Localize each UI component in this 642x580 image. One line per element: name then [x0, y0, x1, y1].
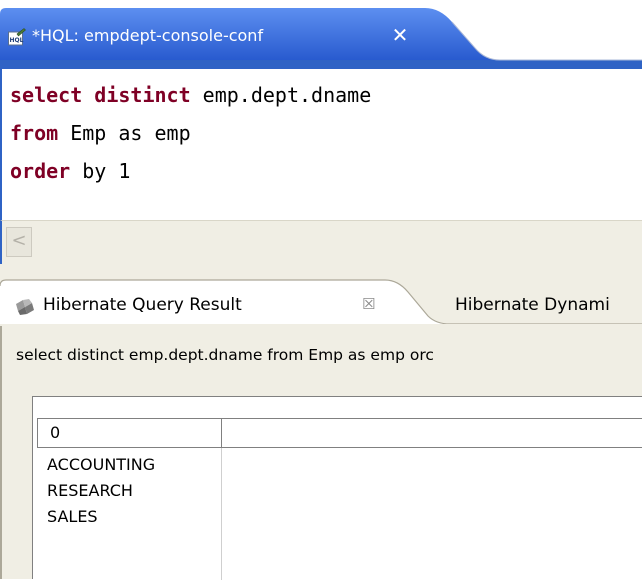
code-keyword: from	[10, 121, 59, 145]
code-line: from Emp as emp	[10, 121, 191, 145]
scroll-track[interactable]	[34, 229, 642, 257]
table-row[interactable]: SALES	[37, 504, 642, 530]
horizontal-scrollbar[interactable]: <	[0, 220, 642, 264]
result-view-tab-bar: Hibernate Query Result ☒ Hibernate Dynam…	[0, 264, 642, 326]
hql-file-icon: HQL	[8, 28, 26, 46]
table-row[interactable]: RESEARCH	[37, 478, 642, 504]
code-keyword: order	[10, 159, 71, 183]
tab-label: Hibernate Query Result	[43, 295, 242, 315]
editor-tab-title: *HQL: empdept-console-conf	[32, 26, 264, 45]
code-line: select distinct emp.dept.dname	[10, 83, 371, 107]
column-header[interactable]: 0	[37, 418, 222, 448]
code-text: Emp as emp	[58, 121, 191, 145]
hql-editor[interactable]: select distinct emp.dept.dname from Emp …	[0, 69, 642, 220]
table-cell: RESEARCH	[47, 481, 133, 500]
scroll-left-button[interactable]: <	[6, 227, 32, 257]
hibernate-icon	[16, 299, 34, 315]
column-header-filler	[222, 418, 642, 448]
editor-tab-hql[interactable]: HQL *HQL: empdept-console-conf ✕	[0, 0, 642, 69]
table-cell: ACCOUNTING	[47, 455, 156, 474]
tab-hibernate-dynamic[interactable]: Hibernate Dynami	[455, 295, 610, 315]
editor-tab-bar: HQL *HQL: empdept-console-conf ✕	[0, 0, 642, 69]
close-icon[interactable]: ✕	[390, 24, 410, 46]
table-row[interactable]: ACCOUNTING	[37, 452, 642, 478]
svg-text:HQL: HQL	[10, 37, 24, 44]
code-line: order by 1	[10, 159, 130, 183]
code-keyword: select distinct	[10, 83, 191, 107]
table-cell: SALES	[47, 507, 98, 526]
result-table[interactable]: 0 ACCOUNTING RESEARCH SALES	[32, 396, 642, 580]
code-text: emp.dept.dname	[190, 83, 372, 107]
column-header-label: 0	[50, 423, 61, 442]
executed-query-label: select distinct emp.dept.dname from Emp …	[16, 346, 434, 364]
query-result-panel: select distinct emp.dept.dname from Emp …	[0, 326, 642, 580]
code-text: by 1	[70, 159, 131, 183]
close-icon[interactable]: ☒	[362, 295, 375, 313]
